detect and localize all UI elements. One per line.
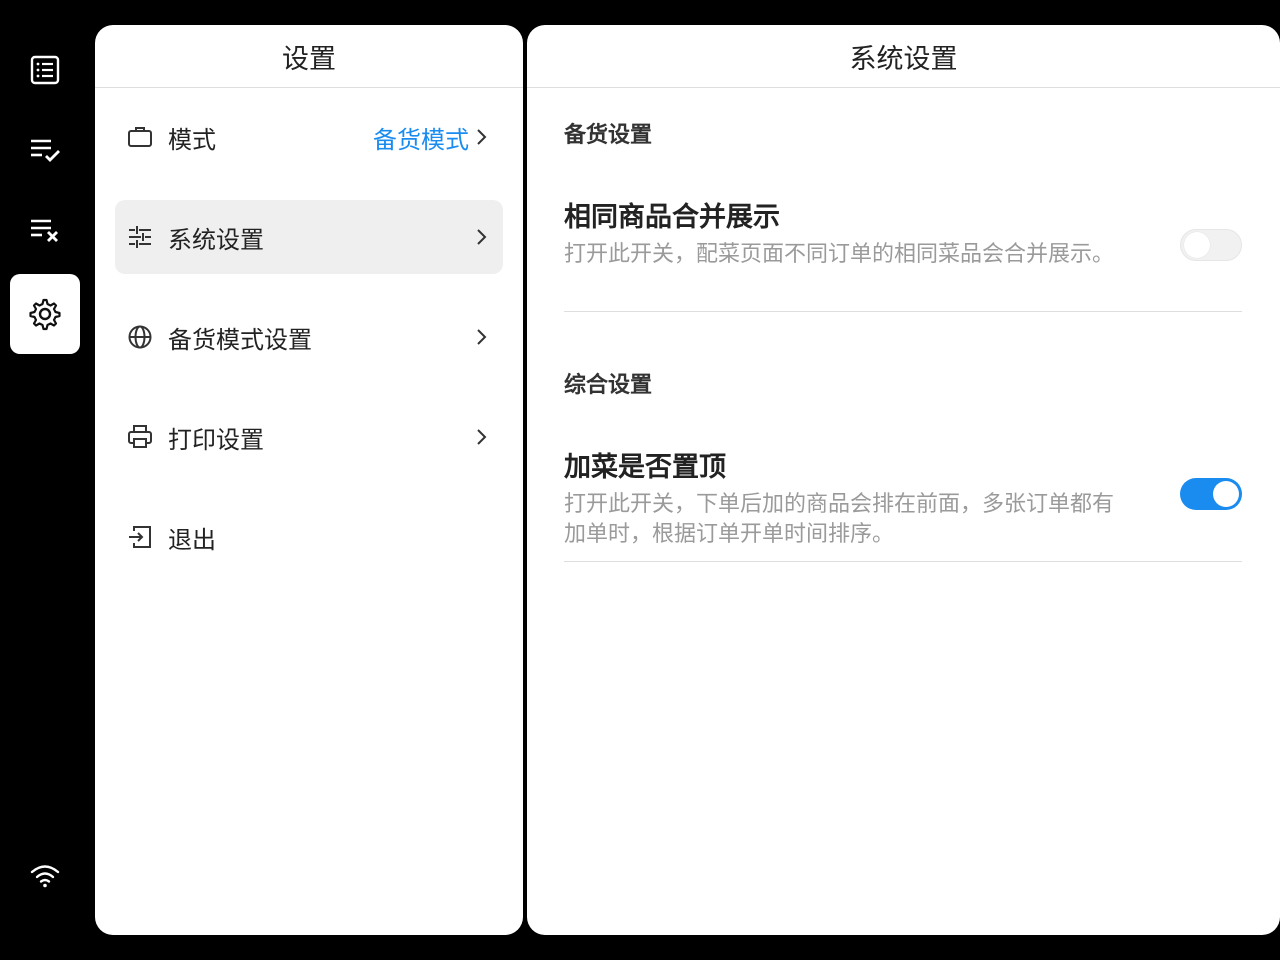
completed-list-icon [31,139,60,162]
menu-item-logout[interactable]: 退出 [115,500,503,574]
menu-item-label: 模式 [168,125,216,154]
menu-item-label: 退出 [168,525,216,554]
settings-gear-icon [29,298,61,331]
setting-title: 加菜是否置顶 [564,452,726,483]
section-title-general: 综合设置 [564,373,653,398]
setting-pin-added-items: 加菜是否置顶 打开此开关，下单后加的商品会排在前面，多张订单都有加单时，根据订单… [564,445,1242,562]
rail-orders-button[interactable] [10,30,80,110]
chevron-right-icon [477,229,487,245]
menu-item-system-settings[interactable]: 系统设置 [115,200,503,274]
menu-item-label: 备货模式设置 [168,325,312,354]
menu-item-stock-mode-settings[interactable]: 备货模式设置 [115,300,503,374]
chevron-right-icon [477,429,487,445]
rail-cancelled-button[interactable] [10,190,80,270]
globe-icon [125,322,155,352]
setting-description: 打开此开关，配菜页面不同订单的相同菜品会合并展示。 [564,242,1115,267]
orders-list-icon [30,55,60,85]
chevron-right-icon [477,329,487,345]
rail-settings-button[interactable] [10,274,80,354]
section-title-stock: 备货设置 [564,123,653,148]
sliders-icon [125,222,155,252]
setting-merge-same-items: 相同商品合并展示 打开此开关，配菜页面不同订单的相同菜品会合并展示。 [564,195,1242,312]
setting-description: 打开此开关，下单后加的商品会排在前面，多张订单都有加单时，根据订单开单时间排序。 [564,492,1115,547]
briefcase-icon [125,122,155,152]
settings-menu-panel: 设置 模式 备货模式 系统设置 备货模式设置 打印设置 退出 [95,25,523,935]
toggle-knob [1213,481,1239,507]
settings-title: 设置 [95,25,523,88]
wifi-icon [30,865,60,888]
nav-rail [0,0,90,960]
system-settings-title: 系统设置 [527,25,1280,88]
toggle-knob [1184,232,1210,258]
menu-item-label: 系统设置 [168,225,264,254]
cancelled-list-icon [31,219,58,242]
menu-item-label: 打印设置 [168,425,264,454]
logout-icon [125,522,155,552]
printer-icon [125,422,155,452]
mode-value: 备货模式 [373,125,469,154]
system-settings-panel: 系统设置 备货设置 相同商品合并展示 打开此开关，配菜页面不同订单的相同菜品会合… [527,25,1280,935]
setting-title: 相同商品合并展示 [564,202,780,233]
pin-added-items-toggle[interactable] [1180,478,1242,510]
menu-item-print-settings[interactable]: 打印设置 [115,400,503,474]
merge-same-items-toggle[interactable] [1180,229,1242,261]
rail-completed-button[interactable] [10,110,80,190]
menu-item-mode[interactable]: 模式 备货模式 [115,100,503,174]
chevron-right-icon [477,129,487,145]
